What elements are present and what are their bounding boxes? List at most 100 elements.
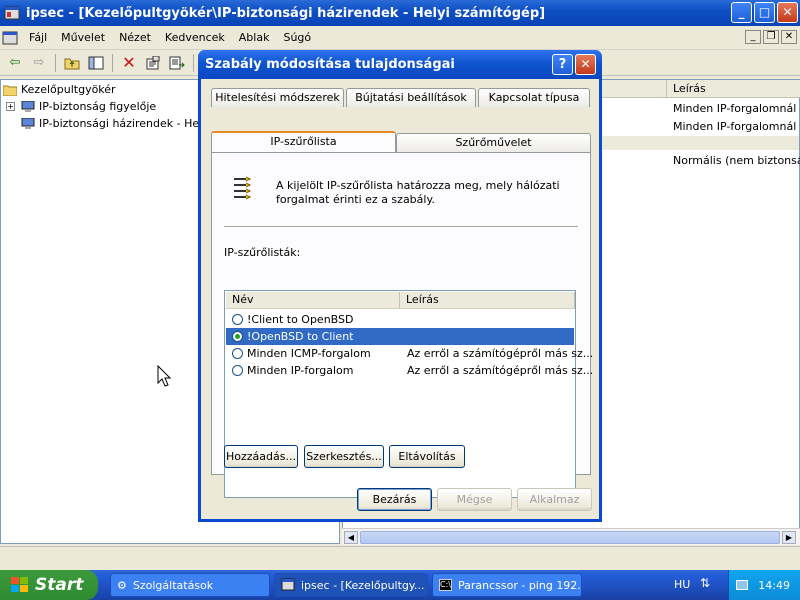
export-list-icon[interactable] <box>166 52 188 74</box>
properties-dialog: Szabály módosítása tulajdonságai ? ✕ Hit… <box>198 50 602 522</box>
taskbar-item-services[interactable]: ⚙ Szolgáltatások <box>110 573 270 597</box>
list-item[interactable]: Minden IP-forgalom Az erről a számítógép… <box>226 362 593 379</box>
dialog-close-button[interactable]: ✕ <box>575 54 596 75</box>
toolbar-separator <box>193 53 194 72</box>
start-button[interactable]: Start <box>0 570 98 600</box>
mdi-restore-button[interactable]: ❐ <box>763 30 779 44</box>
tab-connection-type[interactable]: Kapcsolat típusa <box>478 88 590 107</box>
filter-name: !Client to OpenBSD <box>247 313 354 326</box>
scrollbar-thumb[interactable] <box>360 531 780 544</box>
column-header-description[interactable]: Leírás <box>667 80 800 98</box>
mdi-minimize-button[interactable]: _ <box>745 30 761 44</box>
help-button[interactable]: ? <box>552 54 573 75</box>
expand-plus-icon[interactable]: + <box>6 102 15 111</box>
remove-button[interactable]: Eltávolítás <box>389 445 465 468</box>
filter-name: Minden IP-forgalom <box>247 364 354 377</box>
back-arrow-icon[interactable]: ⇦ <box>4 52 26 74</box>
dialog-title: Szabály módosítása tulajdonságai <box>205 57 455 72</box>
list-column-description[interactable]: Leírás <box>400 292 575 309</box>
tab-panel: A kijelölt IP-szűrőlista határozza meg, … <box>211 152 593 498</box>
toolbar-separator <box>112 53 113 72</box>
horizontal-scrollbar[interactable]: ◀ ▶ <box>342 528 800 545</box>
show-hide-tree-icon[interactable] <box>85 52 107 74</box>
list-item[interactable]: !Client to OpenBSD <box>226 311 574 328</box>
taskbar-item-ipsec[interactable]: ipsec - [Kezelőpultgy... <box>274 573 428 597</box>
list-item[interactable]: Minden ICMP-forgalom Az erről a számítóg… <box>226 345 593 362</box>
cancel-button[interactable]: Mégse <box>437 488 512 511</box>
tab-ip-filter-list[interactable]: IP-szűrőlista <box>211 131 396 152</box>
dialog-body: Hitelesítési módszerek Bújtatási beállít… <box>201 79 599 519</box>
mouse-pointer-icon <box>157 365 171 387</box>
tree-item-ip-security-policies[interactable]: IP-biztonsági házirendek - Helyi s <box>21 115 221 132</box>
maximize-button[interactable]: □ <box>754 2 775 23</box>
list-item-description[interactable]: Normális (nem biztonságos <box>673 154 800 167</box>
list-item-description[interactable]: Minden IP-forgalomnál min <box>673 120 800 133</box>
add-button[interactable]: Hozzáadás... <box>224 445 298 468</box>
radio-button[interactable] <box>232 348 243 359</box>
computer-icon <box>21 100 35 112</box>
list-column-name[interactable]: Név <box>226 292 400 309</box>
apply-button[interactable]: Alkalmaz <box>517 488 592 511</box>
menu-window[interactable]: Ablak <box>232 31 277 44</box>
input-settings-icon[interactable]: ⇅ <box>700 576 710 590</box>
tree-root-label: Kezelőpultgyökér <box>21 83 116 96</box>
dialog-title-bar[interactable]: Szabály módosítása tulajdonságai ? ✕ <box>198 50 602 79</box>
network-icon[interactable] <box>736 580 749 590</box>
list-item-description[interactable]: Minden IP-forgalomnál min <box>673 102 800 115</box>
mmc-app-icon <box>281 578 295 591</box>
task-label: Szolgáltatások <box>132 578 214 592</box>
divider <box>224 226 578 227</box>
tree-item-root[interactable]: Kezelőpultgyökér <box>3 81 116 98</box>
menu-view[interactable]: Nézet <box>112 31 158 44</box>
radio-button[interactable] <box>232 365 243 376</box>
services-gear-icon: ⚙ <box>117 578 127 592</box>
tab-filter-action[interactable]: Szűrőművelet <box>396 133 591 152</box>
filter-list-description: A kijelölt IP-szűrőlista határozza meg, … <box>276 179 560 206</box>
properties-icon[interactable] <box>142 52 164 74</box>
delete-icon[interactable]: ✕ <box>118 52 140 74</box>
menu-file[interactable]: Fájl <box>22 31 54 44</box>
main-title-bar[interactable]: ipsec - [Kezelőpultgyökér\IP-biztonsági … <box>0 0 800 26</box>
close-button[interactable]: ✕ <box>777 2 798 23</box>
task-label: ipsec - [Kezelőpultgy... <box>301 578 425 592</box>
edit-button[interactable]: Szerkesztés... <box>304 445 384 468</box>
radio-button-selected[interactable] <box>232 331 243 342</box>
forward-arrow-icon[interactable]: ⇨ <box>28 52 50 74</box>
task-label: Parancssor - ping 192.... <box>457 578 582 592</box>
ip-filter-lists-label: IP-szűrőlisták: <box>224 246 301 259</box>
close-dialog-button[interactable]: Bezárás <box>357 488 432 511</box>
mdi-close-button[interactable]: ✕ <box>781 30 797 44</box>
status-bar <box>0 546 800 566</box>
tree-label: IP-biztonság figyelője <box>39 100 157 113</box>
taskbar-item-command-prompt[interactable]: C:\ Parancssor - ping 192.... <box>432 573 582 597</box>
policy-computer-icon <box>21 117 35 129</box>
toolbar-separator <box>55 53 56 72</box>
command-prompt-icon: C:\ <box>439 579 452 591</box>
up-folder-icon[interactable] <box>61 52 83 74</box>
list-item-selected[interactable]: !OpenBSD to Client <box>226 328 574 345</box>
menu-help[interactable]: Súgó <box>276 31 318 44</box>
windows-logo-icon <box>11 577 28 592</box>
scroll-right-arrow-icon[interactable]: ▶ <box>782 531 796 544</box>
folder-icon <box>3 85 17 96</box>
tab-authentication-methods[interactable]: Hitelesítési módszerek <box>211 88 344 107</box>
tab-tunnel-settings[interactable]: Bújtatási beállítások <box>346 88 476 107</box>
radio-button[interactable] <box>232 314 243 325</box>
filter-name: Minden ICMP-forgalom <box>247 347 371 360</box>
tree-item-ip-security-monitor[interactable]: + IP-biztonság figyelője <box>6 98 156 115</box>
mmc-app-icon <box>4 6 20 20</box>
document-window-icon[interactable] <box>2 30 18 46</box>
menu-action[interactable]: Művelet <box>54 31 112 44</box>
clock[interactable]: 14:49 <box>758 579 790 592</box>
filter-description: Az erről a számítógépről más sz... <box>407 347 594 360</box>
language-indicator[interactable]: HU <box>674 578 690 591</box>
menu-favorites[interactable]: Kedvencek <box>158 31 232 44</box>
taskbar: Start ⚙ Szolgáltatások ipsec - [Kezelőpu… <box>0 570 800 600</box>
menu-bar: Fájl Művelet Nézet Kedvencek Ablak Súgó <box>0 26 800 50</box>
filter-description: Az erről a számítógépről más sz... <box>407 364 594 377</box>
system-tray: 14:49 <box>728 570 800 600</box>
scroll-left-arrow-icon[interactable]: ◀ <box>344 531 358 544</box>
tree-label: IP-biztonsági házirendek - Helyi s <box>39 117 221 130</box>
minimize-button[interactable]: _ <box>731 2 752 23</box>
filter-name: !OpenBSD to Client <box>247 330 354 343</box>
